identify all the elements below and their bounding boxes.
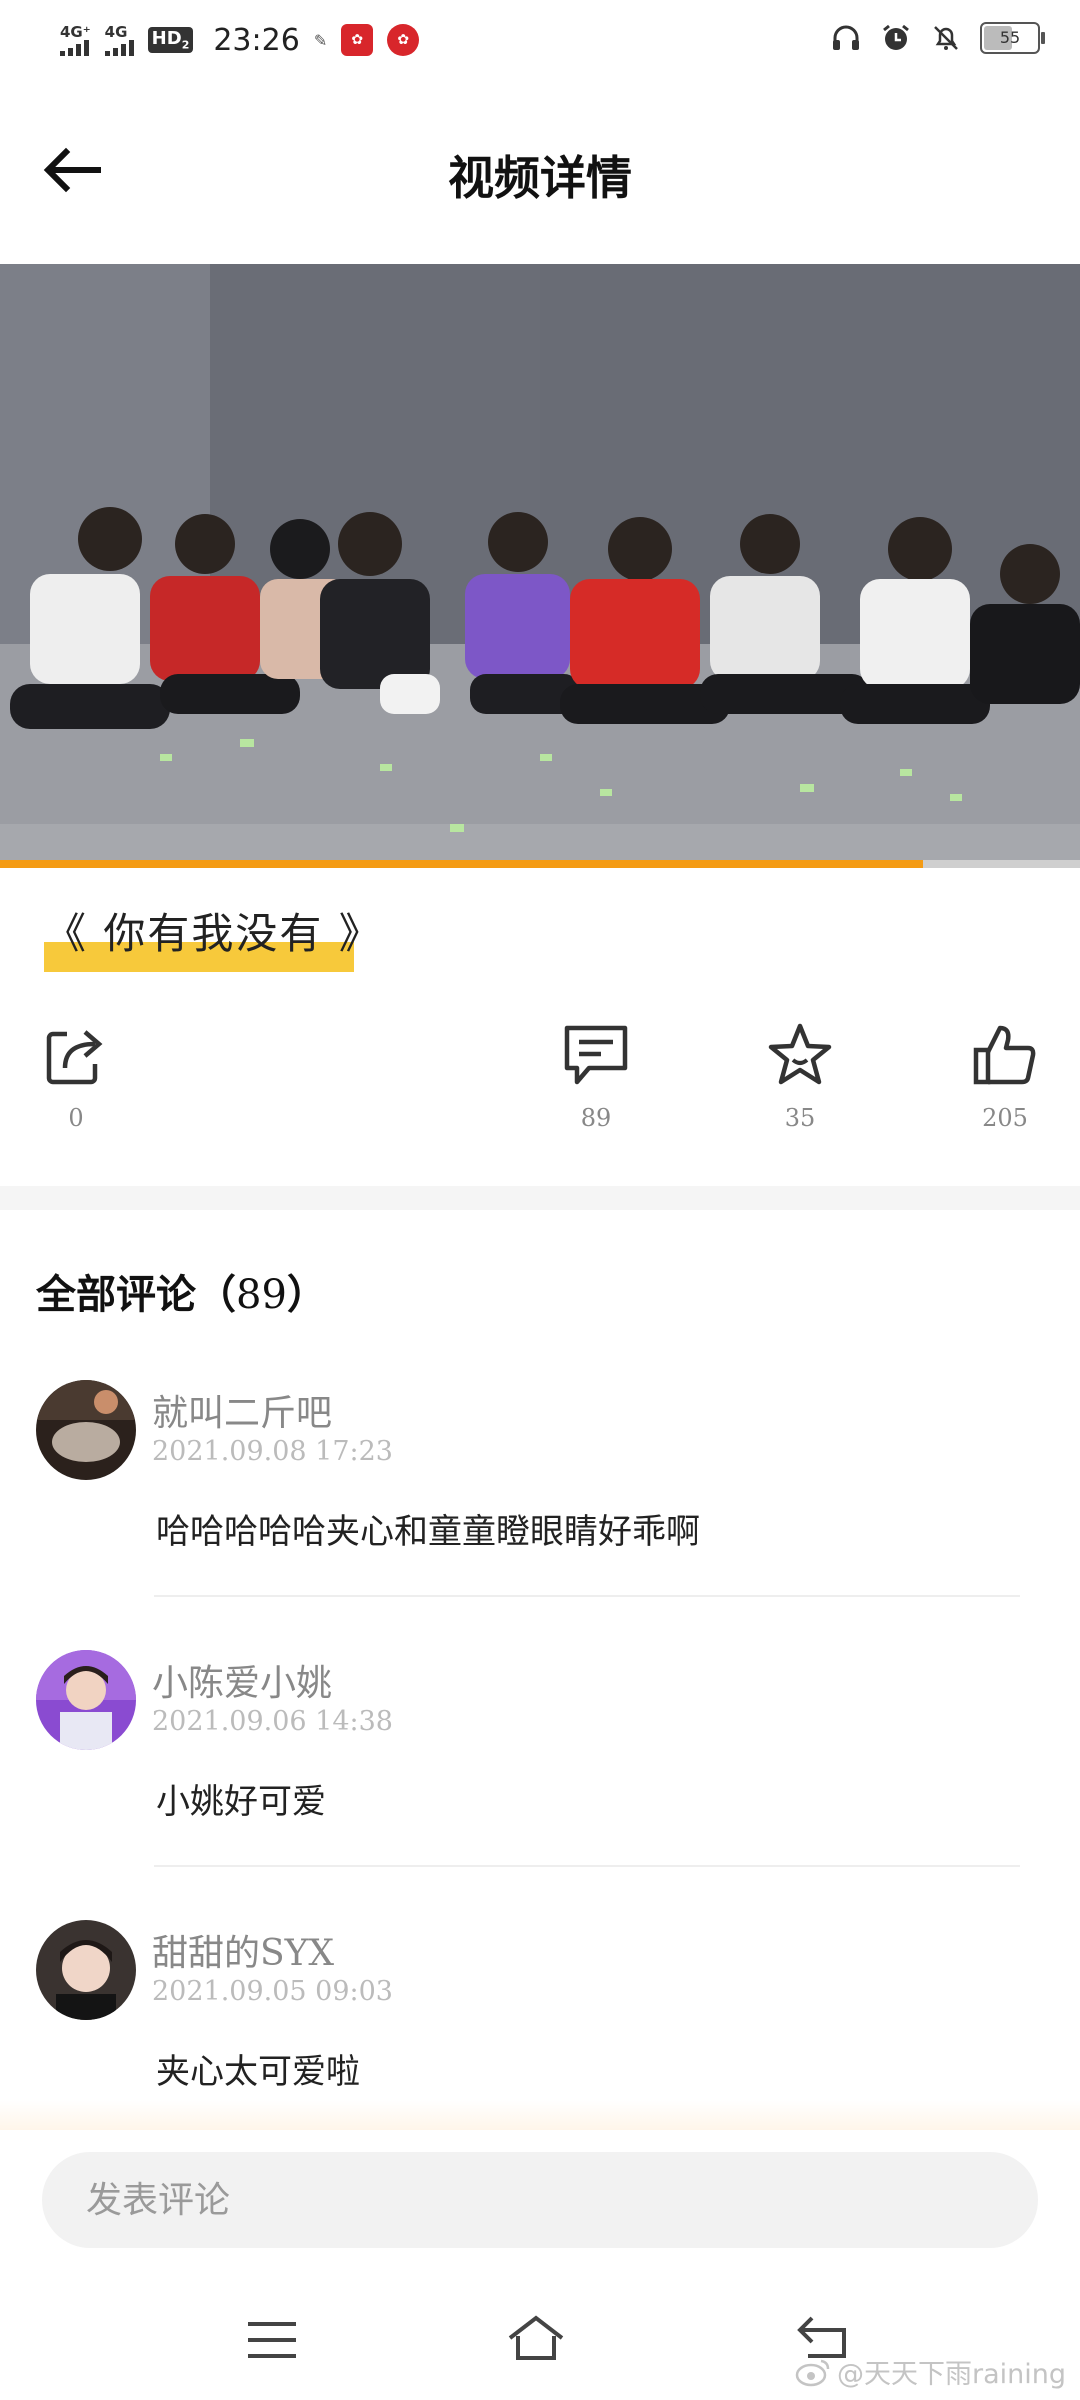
status-right: 55 <box>830 22 1045 54</box>
clock: 23:26 <box>213 22 300 58</box>
alarm-icon <box>883 24 909 50</box>
video-title-block: 《 你有我没有 》 <box>44 900 383 972</box>
comment-separator <box>154 1595 1020 1597</box>
status-left: 4G⁺ 4G HD2 23:26 ✎ ✿ ✿ <box>60 18 420 62</box>
avatar-image <box>36 1650 136 1750</box>
signal-bars-icon <box>104 40 134 56</box>
comment-time: 2021.09.08 17:23 <box>152 1436 393 1467</box>
weibo-icon <box>795 2359 830 2386</box>
action-row: 0 89 35 205 <box>0 1020 1080 1140</box>
comment-button[interactable]: 89 <box>546 1020 646 1132</box>
like-count: 205 <box>982 1104 1028 1132</box>
home-icon[interactable] <box>506 2310 566 2370</box>
hd-sub: 2 <box>181 38 190 52</box>
avatar[interactable] <box>36 1380 136 1480</box>
top-bar: 视频详情 <box>0 110 1080 230</box>
signal-label: 4G⁺ <box>60 23 91 41</box>
battery-level: 55 <box>999 28 1021 47</box>
comment-text: 小姚好可爱 <box>156 1782 326 1822</box>
favorite-button[interactable]: 35 <box>750 1020 850 1132</box>
avatar-image <box>36 1920 136 2020</box>
menu-icon[interactable] <box>242 2310 302 2370</box>
app-notification-icon: ✿ <box>341 24 374 56</box>
input-shadow <box>0 2100 1080 2130</box>
comment-input-bar <box>0 2130 1080 2250</box>
share-button[interactable]: 0 <box>26 1020 126 1132</box>
comment-separator <box>154 1865 1020 1867</box>
comments-header-close: ） <box>286 1271 327 1318</box>
avatar-image <box>36 1380 136 1480</box>
comments-header: 全部评论（89） <box>36 1262 327 1320</box>
signal-4g: 4G <box>104 23 134 56</box>
comment-text: 夹心太可爱啦 <box>156 2052 360 2092</box>
comment-text: 哈哈哈哈哈夹心和童童瞪眼睛好乖啊 <box>156 1512 700 1552</box>
mute-bell-icon <box>934 26 958 50</box>
page-title: 视频详情 <box>448 151 632 205</box>
section-divider <box>0 1186 1080 1210</box>
comment-icon <box>564 1025 628 1085</box>
share-count: 0 <box>68 1104 84 1132</box>
hd-label: HD <box>151 28 182 50</box>
battery-icon: 55 <box>980 22 1045 54</box>
weibo-watermark: @天天下雨raining <box>795 2352 1066 2391</box>
like-button[interactable]: 205 <box>955 1020 1055 1132</box>
comment-time: 2021.09.06 14:38 <box>152 1706 393 1737</box>
comment-count: 89 <box>580 1104 612 1132</box>
comment-username[interactable]: 小陈爱小姚 <box>152 1654 332 1706</box>
favorite-count: 35 <box>784 1104 816 1132</box>
headphones-icon <box>833 25 859 50</box>
video-progress-bar[interactable] <box>0 860 1080 868</box>
comment-username[interactable]: 就叫二斤吧 <box>152 1384 332 1436</box>
avatar[interactable] <box>36 1650 136 1750</box>
thumbs-up-icon <box>973 1025 1036 1085</box>
comment-username[interactable]: 甜甜的SYX <box>152 1924 334 1976</box>
app-notification-icon: ✎ <box>313 30 328 50</box>
comment-time: 2021.09.05 09:03 <box>152 1976 393 2007</box>
share-icon <box>46 1030 103 1085</box>
video-title: 《 你有我没有 》 <box>44 909 383 958</box>
video-player[interactable] <box>0 264 1080 866</box>
signal-bars-icon <box>60 40 89 56</box>
signal-label: 4G <box>104 23 128 41</box>
video-frame-image <box>0 264 1080 866</box>
star-icon <box>768 1023 832 1085</box>
signal-4g-plus: 4G⁺ <box>60 24 91 56</box>
watermark-text: @天天下雨raining <box>836 2359 1066 2390</box>
comments-header-label: 全部评论（ <box>36 1271 236 1318</box>
comment-input[interactable] <box>42 2152 1038 2248</box>
hd-voice-icon: HD2 <box>147 27 194 53</box>
comments-header-count: 89 <box>236 1272 287 1318</box>
app-notification-icon: ✿ <box>387 24 420 56</box>
avatar[interactable] <box>36 1920 136 2020</box>
video-progress-fill <box>0 860 924 868</box>
status-bar: 4G⁺ 4G HD2 23:26 ✎ ✿ ✿ 55 <box>0 0 1080 80</box>
